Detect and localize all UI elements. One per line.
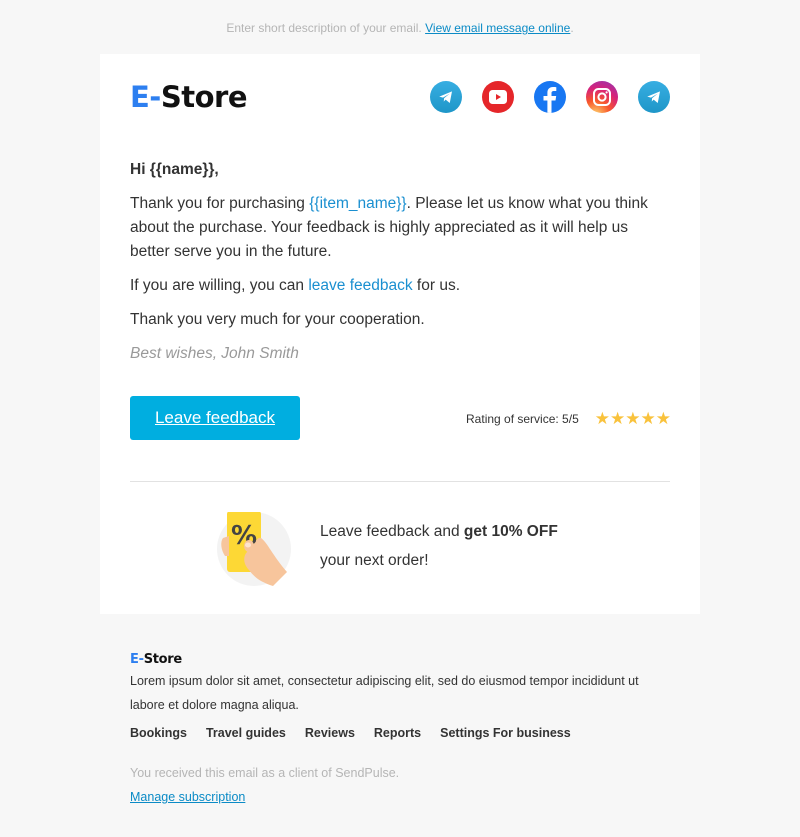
telegram-icon[interactable] — [430, 81, 462, 113]
logo[interactable]: E-Store — [130, 80, 248, 114]
discount-card-illustration: % — [217, 511, 291, 586]
promo-text-end: your next order! — [320, 552, 429, 569]
footer: E-Store Lorem ipsum dolor sit amet, cons… — [130, 652, 670, 809]
rating-stars: ★ ★ ★ ★ ★ — [594, 409, 671, 429]
footer-logo[interactable]: E-Store — [130, 652, 670, 667]
divider — [130, 481, 670, 482]
social-links — [430, 81, 670, 113]
star-icon: ★ — [594, 409, 610, 428]
email-card: E-Store Hi {{name}}, Thank you for purch… — [100, 54, 700, 614]
instagram-icon[interactable] — [586, 81, 618, 113]
message-body: Hi {{name}}, Thank you for purchasing {{… — [130, 158, 670, 376]
view-online-link[interactable]: View email message online — [425, 21, 570, 35]
signature: Best wishes, John Smith — [130, 345, 299, 362]
paragraph-feedback: If you are willing, you can leave feedba… — [130, 274, 670, 298]
preheader-text: Enter short description of your email. — [226, 21, 422, 35]
leave-feedback-link[interactable]: leave feedback — [308, 277, 412, 294]
facebook-icon[interactable] — [534, 81, 566, 113]
footer-link-settings[interactable]: Settings For business — [440, 726, 571, 740]
preheader-suffix: . — [570, 21, 574, 35]
footer-link-reviews[interactable]: Reviews — [305, 726, 355, 740]
preheader: Enter short description of your email. V… — [0, 0, 800, 54]
greeting: Hi {{name}}, — [130, 161, 219, 178]
promo-text: Leave feedback and get 10% OFF your next… — [320, 517, 558, 575]
telegram-icon[interactable] — [638, 81, 670, 113]
manage-subscription-link[interactable]: Manage subscription — [130, 790, 245, 804]
star-icon: ★ — [655, 409, 671, 428]
item-name-link[interactable]: {{item_name}} — [309, 195, 406, 212]
footer-nav: Bookings Travel guides Reviews Reports S… — [130, 726, 670, 740]
logo-main: Store — [160, 80, 248, 114]
footer-link-travel-guides[interactable]: Travel guides — [206, 726, 286, 740]
footer-link-bookings[interactable]: Bookings — [130, 726, 187, 740]
logo-prefix: E- — [130, 80, 161, 114]
rating-label: Rating of service: 5/5 — [466, 412, 579, 426]
p2-text-after: for us. — [412, 277, 461, 294]
p1-text: Thank you for purchasing — [130, 195, 310, 212]
paragraph-thanks: Thank you very much for your cooperation… — [130, 311, 425, 328]
footer-link-reports[interactable]: Reports — [374, 726, 421, 740]
star-icon: ★ — [610, 409, 625, 428]
star-icon: ★ — [625, 409, 640, 428]
star-icon: ★ — [640, 409, 656, 428]
rating: Rating of service: 5/5 ★ ★ ★ ★ ★ — [466, 409, 671, 429]
promo-text-start: Leave feedback and — [320, 523, 464, 540]
paragraph-purchase: Thank you for purchasing {{item_name}}. … — [130, 192, 670, 264]
youtube-icon[interactable] — [482, 81, 514, 113]
footer-description: Lorem ipsum dolor sit amet, consectetur … — [130, 674, 639, 712]
footer-note: You received this email as a client of S… — [130, 766, 400, 780]
leave-feedback-button[interactable]: Leave feedback — [130, 396, 300, 440]
footer-logo-prefix: E- — [130, 652, 144, 667]
footer-logo-main: Store — [143, 652, 183, 667]
p2-text: If you are willing, you can — [130, 277, 309, 294]
promo-discount: get 10% OFF — [463, 523, 558, 540]
